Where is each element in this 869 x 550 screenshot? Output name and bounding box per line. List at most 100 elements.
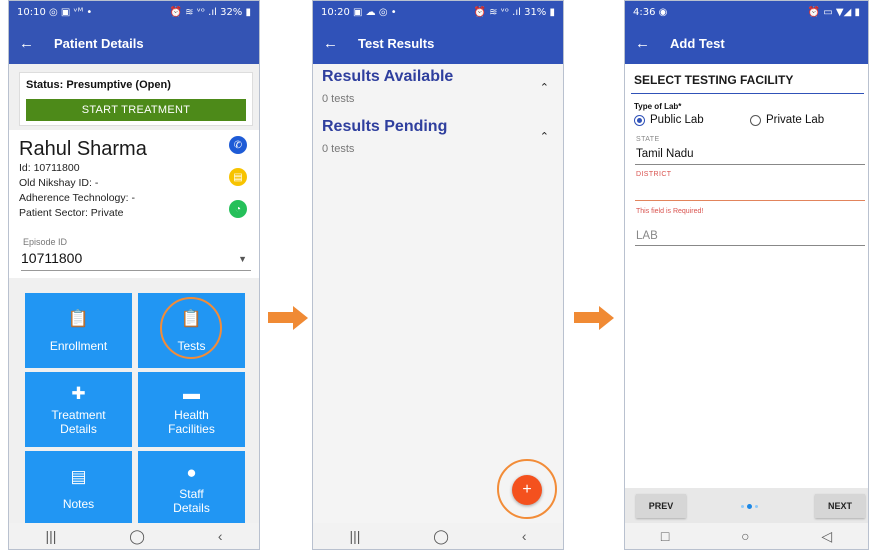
start-treatment-button[interactable]: START TREATMENT: [26, 99, 246, 121]
notes-icon: ▤: [70, 466, 87, 486]
medical-cross-icon: ✚: [71, 383, 86, 403]
status-icons-right: ⏰ ▭ ▼◢ ▮: [807, 6, 860, 18]
district-error: This field is Required!: [636, 208, 704, 215]
back-arrow-icon[interactable]: ←: [19, 35, 34, 52]
screen-body: Status: Presumptive (Open) START TREATME…: [9, 64, 259, 526]
status-time: 4:36: [633, 6, 656, 18]
back-icon[interactable]: ◁: [821, 528, 832, 545]
radio-unselected-icon: [750, 114, 761, 126]
recent-apps-icon[interactable]: |||: [349, 528, 360, 544]
recent-apps-icon[interactable]: □: [661, 528, 669, 544]
tile-label: Staff Details: [173, 486, 210, 515]
results-pending-title[interactable]: Results Pending: [322, 118, 447, 136]
status-left: 4:36 ◉: [633, 7, 667, 18]
person-icon: ●: [186, 462, 197, 482]
state-field[interactable]: Tamil Nadu: [636, 148, 694, 160]
results-available-title[interactable]: Results Available: [322, 68, 453, 86]
back-arrow-icon[interactable]: ←: [635, 35, 650, 52]
store-icon: ▬: [183, 383, 200, 403]
radio-private-lab[interactable]: Private Lab: [750, 114, 824, 126]
radio-label: Public Lab: [650, 114, 704, 126]
back-icon[interactable]: ‹: [218, 528, 223, 544]
status-card: Status: Presumptive (Open) START TREATME…: [19, 72, 253, 126]
whatsapp-icon[interactable]: ◔: [229, 200, 247, 218]
status-icons-left: ◉: [658, 6, 668, 18]
district-caption: DISTRICT: [636, 171, 672, 178]
episode-select[interactable]: 10711800: [21, 250, 82, 266]
radio-label: Private Lab: [766, 114, 825, 126]
collapse-chevron-icon[interactable]: ⌃: [540, 130, 549, 143]
state-caption: STATE: [636, 136, 660, 143]
test-results-screen: 10:20 ▣ ☁ ◎ • ⏰ ≋ ᵛᵒ .ıl 31% ▮ ← Test Re…: [312, 0, 564, 550]
status-bar: 4:36 ◉ ⏰ ▭ ▼◢ ▮: [625, 1, 868, 23]
app-bar: ← Add Test: [625, 23, 868, 64]
step-indicator: [741, 504, 758, 509]
recent-apps-icon[interactable]: |||: [45, 528, 56, 544]
status-time: 10:10: [17, 6, 46, 18]
tile-label: Treatment Details: [51, 407, 106, 436]
radio-selected-icon: [634, 114, 645, 126]
status-left: 10:10 ◎ ▣ ᵛᴹ •: [17, 7, 92, 18]
tile-enrollment[interactable]: 📋 Enrollment: [25, 293, 132, 368]
page-title: Patient Details: [54, 36, 144, 51]
next-button[interactable]: NEXT: [815, 494, 865, 518]
tile-label: Enrollment: [49, 338, 108, 353]
district-field[interactable]: [635, 200, 865, 201]
status-time: 10:20: [321, 6, 350, 18]
home-icon[interactable]: ○: [741, 528, 749, 544]
system-nav-bar: □ ○ ◁: [625, 523, 868, 549]
patient-id: Id: 10711800: [19, 162, 80, 174]
lab-type-label: Type of Lab*: [634, 102, 682, 111]
tests-highlight-circle: [160, 297, 222, 359]
section-underline: [631, 93, 864, 94]
section-title: SELECT TESTING FACILITY: [634, 73, 794, 87]
patient-details-screen: 10:10 ◎ ▣ ᵛᴹ • ⏰ ≋ ᵛᵒ .ıl 32% ▮ ← Patien…: [8, 0, 260, 550]
home-icon[interactable]: ◯: [433, 528, 449, 545]
patient-sector: Patient Sector: Private: [19, 207, 124, 219]
results-pending-count: 0 tests: [322, 143, 355, 155]
screen-body: SELECT TESTING FACILITY Type of Lab* Pub…: [625, 64, 868, 525]
status-icons-left: ◎ ▣ ᵛᴹ •: [49, 6, 93, 18]
system-nav-bar: ||| ◯ ‹: [9, 523, 259, 549]
old-nikshay-id: Old Nikshay ID: -: [19, 177, 99, 189]
clipboard-icon: 📋: [67, 308, 90, 328]
app-bar: ← Test Results: [313, 23, 563, 64]
status-label: Status: Presumptive (Open): [26, 79, 171, 91]
tile-label: Notes: [62, 496, 95, 511]
home-icon[interactable]: ◯: [129, 528, 145, 545]
back-icon[interactable]: ‹: [522, 528, 527, 544]
adherence-technology: Adherence Technology: -: [19, 192, 135, 204]
add-test-screen: 4:36 ◉ ⏰ ▭ ▼◢ ▮ ← Add Test SELECT TESTIN…: [624, 0, 869, 550]
page-title: Add Test: [670, 36, 725, 51]
status-bar: 10:20 ▣ ☁ ◎ • ⏰ ≋ ᵛᵒ .ıl 31% ▮: [313, 1, 563, 23]
message-icon[interactable]: ▤: [229, 168, 247, 186]
phone-icon[interactable]: ✆: [229, 136, 247, 154]
fab-highlight-circle: [497, 459, 557, 519]
episode-underline: [21, 270, 251, 271]
lab-underline: [635, 245, 865, 246]
tile-notes[interactable]: ▤ Notes: [25, 451, 132, 526]
wizard-bottom-bar: PREV NEXT: [625, 488, 868, 525]
screen-body: Results Available ⌃ 0 tests Results Pend…: [313, 64, 563, 525]
radio-public-lab[interactable]: Public Lab: [634, 114, 704, 126]
dropdown-arrow-icon[interactable]: ▼: [238, 254, 247, 264]
patient-name: Rahul Sharma: [19, 138, 147, 160]
tile-treatment-details[interactable]: ✚ Treatment Details: [25, 372, 132, 447]
status-left: 10:20 ▣ ☁ ◎ •: [321, 7, 397, 18]
system-nav-bar: ||| ◯ ‹: [313, 523, 563, 549]
status-icons-right: ⏰ ≋ ᵛᵒ .ıl 31% ▮: [473, 6, 556, 18]
tile-health-facilities[interactable]: ▬ Health Facilities: [138, 372, 245, 447]
app-bar: ← Patient Details: [9, 23, 259, 64]
episode-label: Episode ID: [23, 237, 68, 247]
collapse-chevron-icon[interactable]: ⌃: [540, 81, 549, 94]
lab-field[interactable]: LAB: [636, 230, 658, 242]
prev-button[interactable]: PREV: [636, 494, 686, 518]
status-icons-left: ▣ ☁ ◎ •: [353, 6, 397, 18]
back-arrow-icon[interactable]: ←: [323, 35, 338, 52]
tile-staff-details[interactable]: ● Staff Details: [138, 451, 245, 526]
status-bar: 10:10 ◎ ▣ ᵛᴹ • ⏰ ≋ ᵛᵒ .ıl 32% ▮: [9, 1, 259, 23]
tile-label: Health Facilities: [168, 407, 215, 436]
page-title: Test Results: [358, 36, 435, 51]
state-underline: [635, 164, 865, 165]
status-icons-right: ⏰ ≋ ᵛᵒ .ıl 32% ▮: [169, 6, 252, 18]
